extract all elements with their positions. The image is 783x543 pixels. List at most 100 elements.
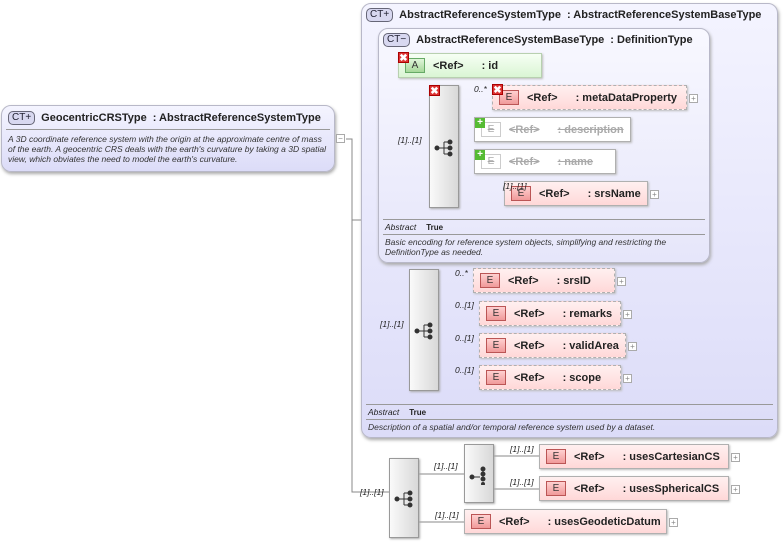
abstract-label: Abstract — [385, 222, 417, 232]
cardinality-label: 0..[1] — [455, 300, 474, 310]
sequence-compositor[interactable] — [389, 458, 419, 538]
root-type-base: : AbstractReferenceSystemType — [152, 112, 321, 124]
ref-label: <Ref> — [509, 155, 540, 168]
inner-type-description: Basic encoding for reference system obje… — [385, 237, 667, 257]
inner-type-name: AbstractReferenceSystemBaseType — [416, 34, 605, 46]
element-name: : usesSphericalCS — [622, 482, 720, 495]
element-name: : name — [557, 155, 594, 168]
add-icon[interactable]: + — [475, 118, 485, 128]
divider — [6, 129, 330, 130]
element-name: : metaDataProperty — [575, 91, 678, 104]
add-icon[interactable]: + — [475, 150, 485, 160]
root-type-name: GeocentricCRSType — [41, 112, 147, 124]
expand-icon[interactable]: + — [628, 342, 637, 351]
expand-icon[interactable]: + — [731, 485, 740, 494]
outer-type-name: AbstractReferenceSystemType — [399, 9, 561, 21]
ref-label: <Ref> — [514, 339, 545, 352]
element-name: : id — [481, 59, 499, 72]
inner-type-header: CT− AbstractReferenceSystemBaseType : De… — [383, 33, 693, 47]
element-name: : scope — [562, 371, 602, 384]
ref-label: <Ref> — [499, 515, 530, 528]
element-icon: E — [480, 273, 500, 288]
remove-icon[interactable]: ✖ — [492, 84, 503, 96]
ref-label: <Ref> — [509, 123, 540, 136]
sequence-compositor[interactable] — [409, 269, 439, 391]
ref-label: <Ref> — [574, 450, 605, 463]
cardinality-label: 0..* — [474, 84, 487, 94]
cardinality-label: [1]..[1] — [510, 444, 534, 454]
element-remarks[interactable]: E <Ref> : remarks — [479, 301, 621, 326]
element-name: : srsID — [556, 274, 591, 287]
element-id[interactable]: A <Ref>: id — [398, 53, 542, 78]
element-name: : usesCartesianCS — [622, 450, 720, 463]
inner-type-base: : DefinitionType — [610, 34, 693, 46]
choice-icon — [469, 466, 486, 485]
divider — [366, 404, 773, 405]
ref-label: <Ref> — [574, 482, 605, 495]
element-name[interactable]: E <Ref>: name — [474, 149, 616, 174]
complex-type-icon: CT+ — [366, 8, 394, 22]
element-name: : srsName — [587, 187, 641, 200]
remove-icon[interactable]: ✖ — [398, 52, 409, 64]
expand-icon[interactable]: + — [689, 94, 698, 103]
cardinality-label: 0..[1] — [455, 333, 474, 343]
cardinality-label: [1]..[1] — [503, 181, 527, 191]
element-name: : description — [557, 123, 624, 136]
element-icon: E — [546, 449, 566, 464]
ref-label: <Ref> — [527, 91, 558, 104]
element-icon: E — [486, 306, 506, 321]
cardinality-label: [1]..[1] — [380, 319, 404, 329]
cardinality-label: 0..[1] — [455, 365, 474, 375]
outer-type-base: : AbstractReferenceSystemBaseType — [566, 9, 762, 21]
element-usesgeodeticdatum[interactable]: E <Ref> : usesGeodeticDatum — [464, 509, 667, 534]
sequence-icon — [414, 322, 433, 340]
abstract-label: Abstract — [368, 407, 400, 417]
complex-type-icon: CT− — [383, 33, 411, 47]
element-icon: E — [546, 481, 566, 496]
choice-compositor[interactable] — [464, 444, 494, 503]
element-metadataproperty[interactable]: E <Ref>: metaDataProperty — [492, 85, 687, 110]
ref-label: <Ref> — [433, 59, 464, 72]
element-name: : validArea — [562, 339, 619, 352]
expand-icon[interactable]: + — [623, 310, 632, 319]
abstract-value: True — [426, 223, 444, 232]
ref-label: <Ref> — [514, 307, 545, 320]
cardinality-label: [1]..[1] — [398, 135, 422, 145]
complex-type-icon: CT+ — [8, 111, 36, 125]
element-usescartesiancs[interactable]: E <Ref> : usesCartesianCS — [539, 444, 729, 469]
abstract-row: Abstract True — [368, 407, 426, 417]
cardinality-label: [1]..[1] — [510, 477, 534, 487]
cardinality-label: [1]..[1] — [435, 510, 459, 520]
element-scope[interactable]: E <Ref>: scope — [479, 365, 621, 390]
expand-icon[interactable]: + — [617, 277, 626, 286]
outer-type-header: CT+ AbstractReferenceSystemType : Abstra… — [366, 8, 761, 22]
sequence-icon — [394, 490, 413, 508]
expand-icon[interactable]: + — [623, 374, 632, 383]
expand-icon[interactable]: + — [650, 190, 659, 199]
remove-icon[interactable]: ✖ — [429, 85, 440, 97]
root-type-description: A 3D coordinate reference system with th… — [8, 134, 327, 164]
ref-label: <Ref> — [508, 274, 539, 287]
cardinality-label: 0..* — [455, 268, 468, 278]
sequence-icon — [434, 139, 453, 156]
root-type-header: CT+ GeocentricCRSType : AbstractReferenc… — [8, 111, 321, 125]
expand-icon[interactable]: + — [669, 518, 678, 527]
element-name: : remarks — [562, 307, 613, 320]
abstract-value: True — [409, 408, 427, 417]
element-description[interactable]: E <Ref>: description — [474, 117, 631, 142]
collapse-icon[interactable]: − — [336, 134, 345, 143]
expand-icon[interactable]: + — [731, 453, 740, 462]
ref-label: <Ref> — [539, 187, 570, 200]
element-icon: E — [486, 338, 506, 353]
root-complex-type[interactable]: CT+ GeocentricCRSType : AbstractReferenc… — [1, 105, 335, 172]
sequence-compositor[interactable] — [429, 85, 459, 208]
cardinality-label: [1]..[1] — [434, 461, 458, 471]
element-srsid[interactable]: E <Ref> : srsID — [473, 268, 615, 293]
element-name: : usesGeodeticDatum — [547, 515, 661, 528]
element-usessphericalcs[interactable]: E <Ref> : usesSphericalCS — [539, 476, 729, 501]
cardinality-label: [1]..[1] — [360, 487, 384, 497]
element-validarea[interactable]: E <Ref> : validArea — [479, 333, 626, 358]
divider — [383, 219, 705, 220]
element-icon: E — [471, 514, 491, 529]
ref-label: <Ref> — [514, 371, 545, 384]
